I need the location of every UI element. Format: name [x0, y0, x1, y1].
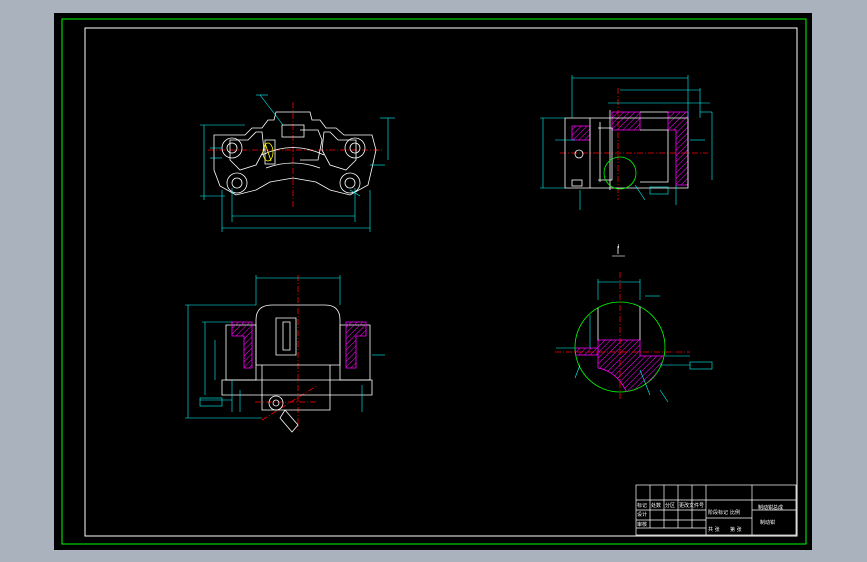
title-cell-design: 设计	[637, 512, 648, 518]
inner-border	[84, 27, 798, 537]
title-cell-zone: 分区	[665, 503, 676, 509]
title-cell-sheet: 第 张	[730, 527, 742, 533]
title-cell-mark: 标记	[637, 503, 648, 509]
drawing-number: 制动钳	[760, 520, 776, 526]
side-section-view[interactable]	[540, 75, 713, 210]
top-view[interactable]	[185, 275, 385, 433]
view-label-section: I	[618, 244, 620, 250]
cad-drawing	[61, 18, 807, 545]
title-cell-change: 更改文件号	[679, 503, 705, 509]
outer-border	[61, 18, 807, 545]
title-cell-review: 审核	[637, 522, 648, 528]
title-cell-count: 处数	[651, 503, 662, 509]
front-view[interactable]	[200, 94, 395, 232]
detail-view[interactable]	[555, 272, 713, 403]
drawing-title: 制动钳总成	[758, 505, 784, 511]
title-cell-sheets: 共 张	[708, 527, 720, 533]
title-cell-stage: 阶段标记	[708, 510, 729, 516]
title-cell-scale: 比例	[730, 510, 741, 516]
